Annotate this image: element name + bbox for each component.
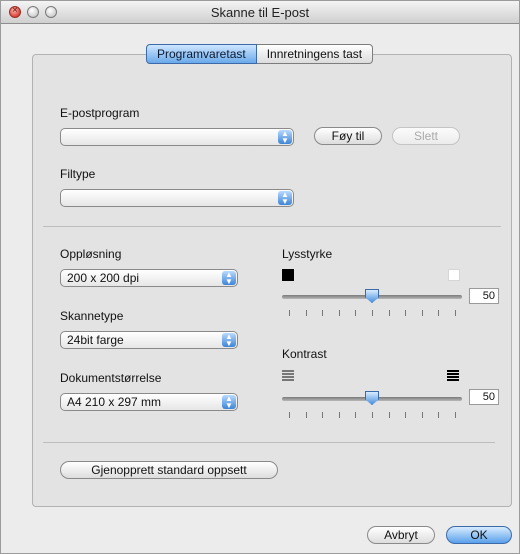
contrast-ticks: [289, 412, 456, 418]
delete-button[interactable]: Slett: [392, 127, 460, 145]
updown-arrows-icon: ▲ ▼: [278, 191, 292, 206]
docsize-select[interactable]: A4 210 x 297 mm ▲ ▼: [60, 393, 238, 411]
tick-mark: [339, 412, 340, 418]
filetype-select[interactable]: ▲ ▼: [60, 189, 294, 207]
docsize-label: Dokumentstørrelse: [60, 371, 162, 385]
brightness-ticks: [289, 310, 456, 316]
tick-mark: [355, 310, 356, 316]
tick-mark: [405, 412, 406, 418]
tick-mark: [306, 310, 307, 316]
title-bar: × Skanne til E-post: [1, 1, 519, 24]
add-button[interactable]: Føy til: [314, 127, 382, 145]
contrast-label: Kontrast: [282, 347, 327, 361]
email-program-select[interactable]: ▲ ▼: [60, 128, 294, 146]
tick-mark: [372, 412, 373, 418]
tick-mark: [422, 412, 423, 418]
high-contrast-icon: [447, 370, 459, 382]
resolution-select[interactable]: 200 x 200 dpi ▲ ▼: [60, 269, 238, 287]
light-square-icon: [448, 269, 460, 281]
tab-software-key[interactable]: Programvaretast: [146, 44, 257, 64]
contrast-value-field[interactable]: 50: [469, 389, 499, 405]
low-contrast-icon: [282, 370, 294, 382]
tick-mark: [289, 412, 290, 418]
tick-mark: [372, 310, 373, 316]
tick-mark: [389, 412, 390, 418]
window-title: Skanne til E-post: [210, 5, 310, 20]
tick-mark: [389, 310, 390, 316]
tick-mark: [322, 412, 323, 418]
updown-arrows-icon: ▲ ▼: [222, 395, 236, 410]
tick-mark: [306, 412, 307, 418]
settings-panel: E-postprogram ▲ ▼ Føy til Slett Filtype ▲…: [32, 54, 512, 507]
tab-device-key[interactable]: Innretningens tast: [256, 44, 374, 64]
updown-arrows-icon: ▲ ▼: [222, 271, 236, 286]
tab-bar: Programvaretast Innretningens tast: [146, 44, 374, 64]
restore-defaults-button[interactable]: Gjenopprett standard oppsett: [60, 461, 278, 479]
brightness-value-field[interactable]: 50: [469, 288, 499, 304]
email-program-label: E-postprogram: [60, 106, 140, 120]
section-divider: [43, 226, 501, 227]
updown-arrows-icon: ▲ ▼: [222, 333, 236, 348]
contrast-slider-thumb[interactable]: [365, 391, 379, 405]
tick-mark: [438, 412, 439, 418]
cancel-button[interactable]: Avbryt: [367, 526, 435, 544]
dark-square-icon: [282, 269, 294, 281]
brightness-label: Lysstyrke: [282, 247, 333, 261]
updown-arrows-icon: ▲ ▼: [278, 130, 292, 145]
tick-mark: [405, 310, 406, 316]
scantype-value: 24bit farge: [67, 333, 124, 347]
scantype-select[interactable]: 24bit farge ▲ ▼: [60, 331, 238, 349]
tick-mark: [355, 412, 356, 418]
docsize-value: A4 210 x 297 mm: [67, 395, 162, 409]
filetype-label: Filtype: [60, 167, 96, 181]
scan-to-email-window: × Skanne til E-post Programvaretast Innr…: [0, 0, 520, 554]
scantype-label: Skannetype: [60, 309, 124, 323]
tick-mark: [289, 310, 290, 316]
tick-mark: [455, 412, 456, 418]
tick-mark: [438, 310, 439, 316]
tick-mark: [455, 310, 456, 316]
brightness-slider-thumb[interactable]: [365, 289, 379, 303]
tick-mark: [339, 310, 340, 316]
tick-mark: [322, 310, 323, 316]
bottom-divider: [43, 442, 495, 443]
tick-mark: [422, 310, 423, 316]
ok-button[interactable]: OK: [446, 526, 512, 544]
resolution-label: Oppløsning: [60, 247, 122, 261]
resolution-value: 200 x 200 dpi: [67, 271, 140, 285]
